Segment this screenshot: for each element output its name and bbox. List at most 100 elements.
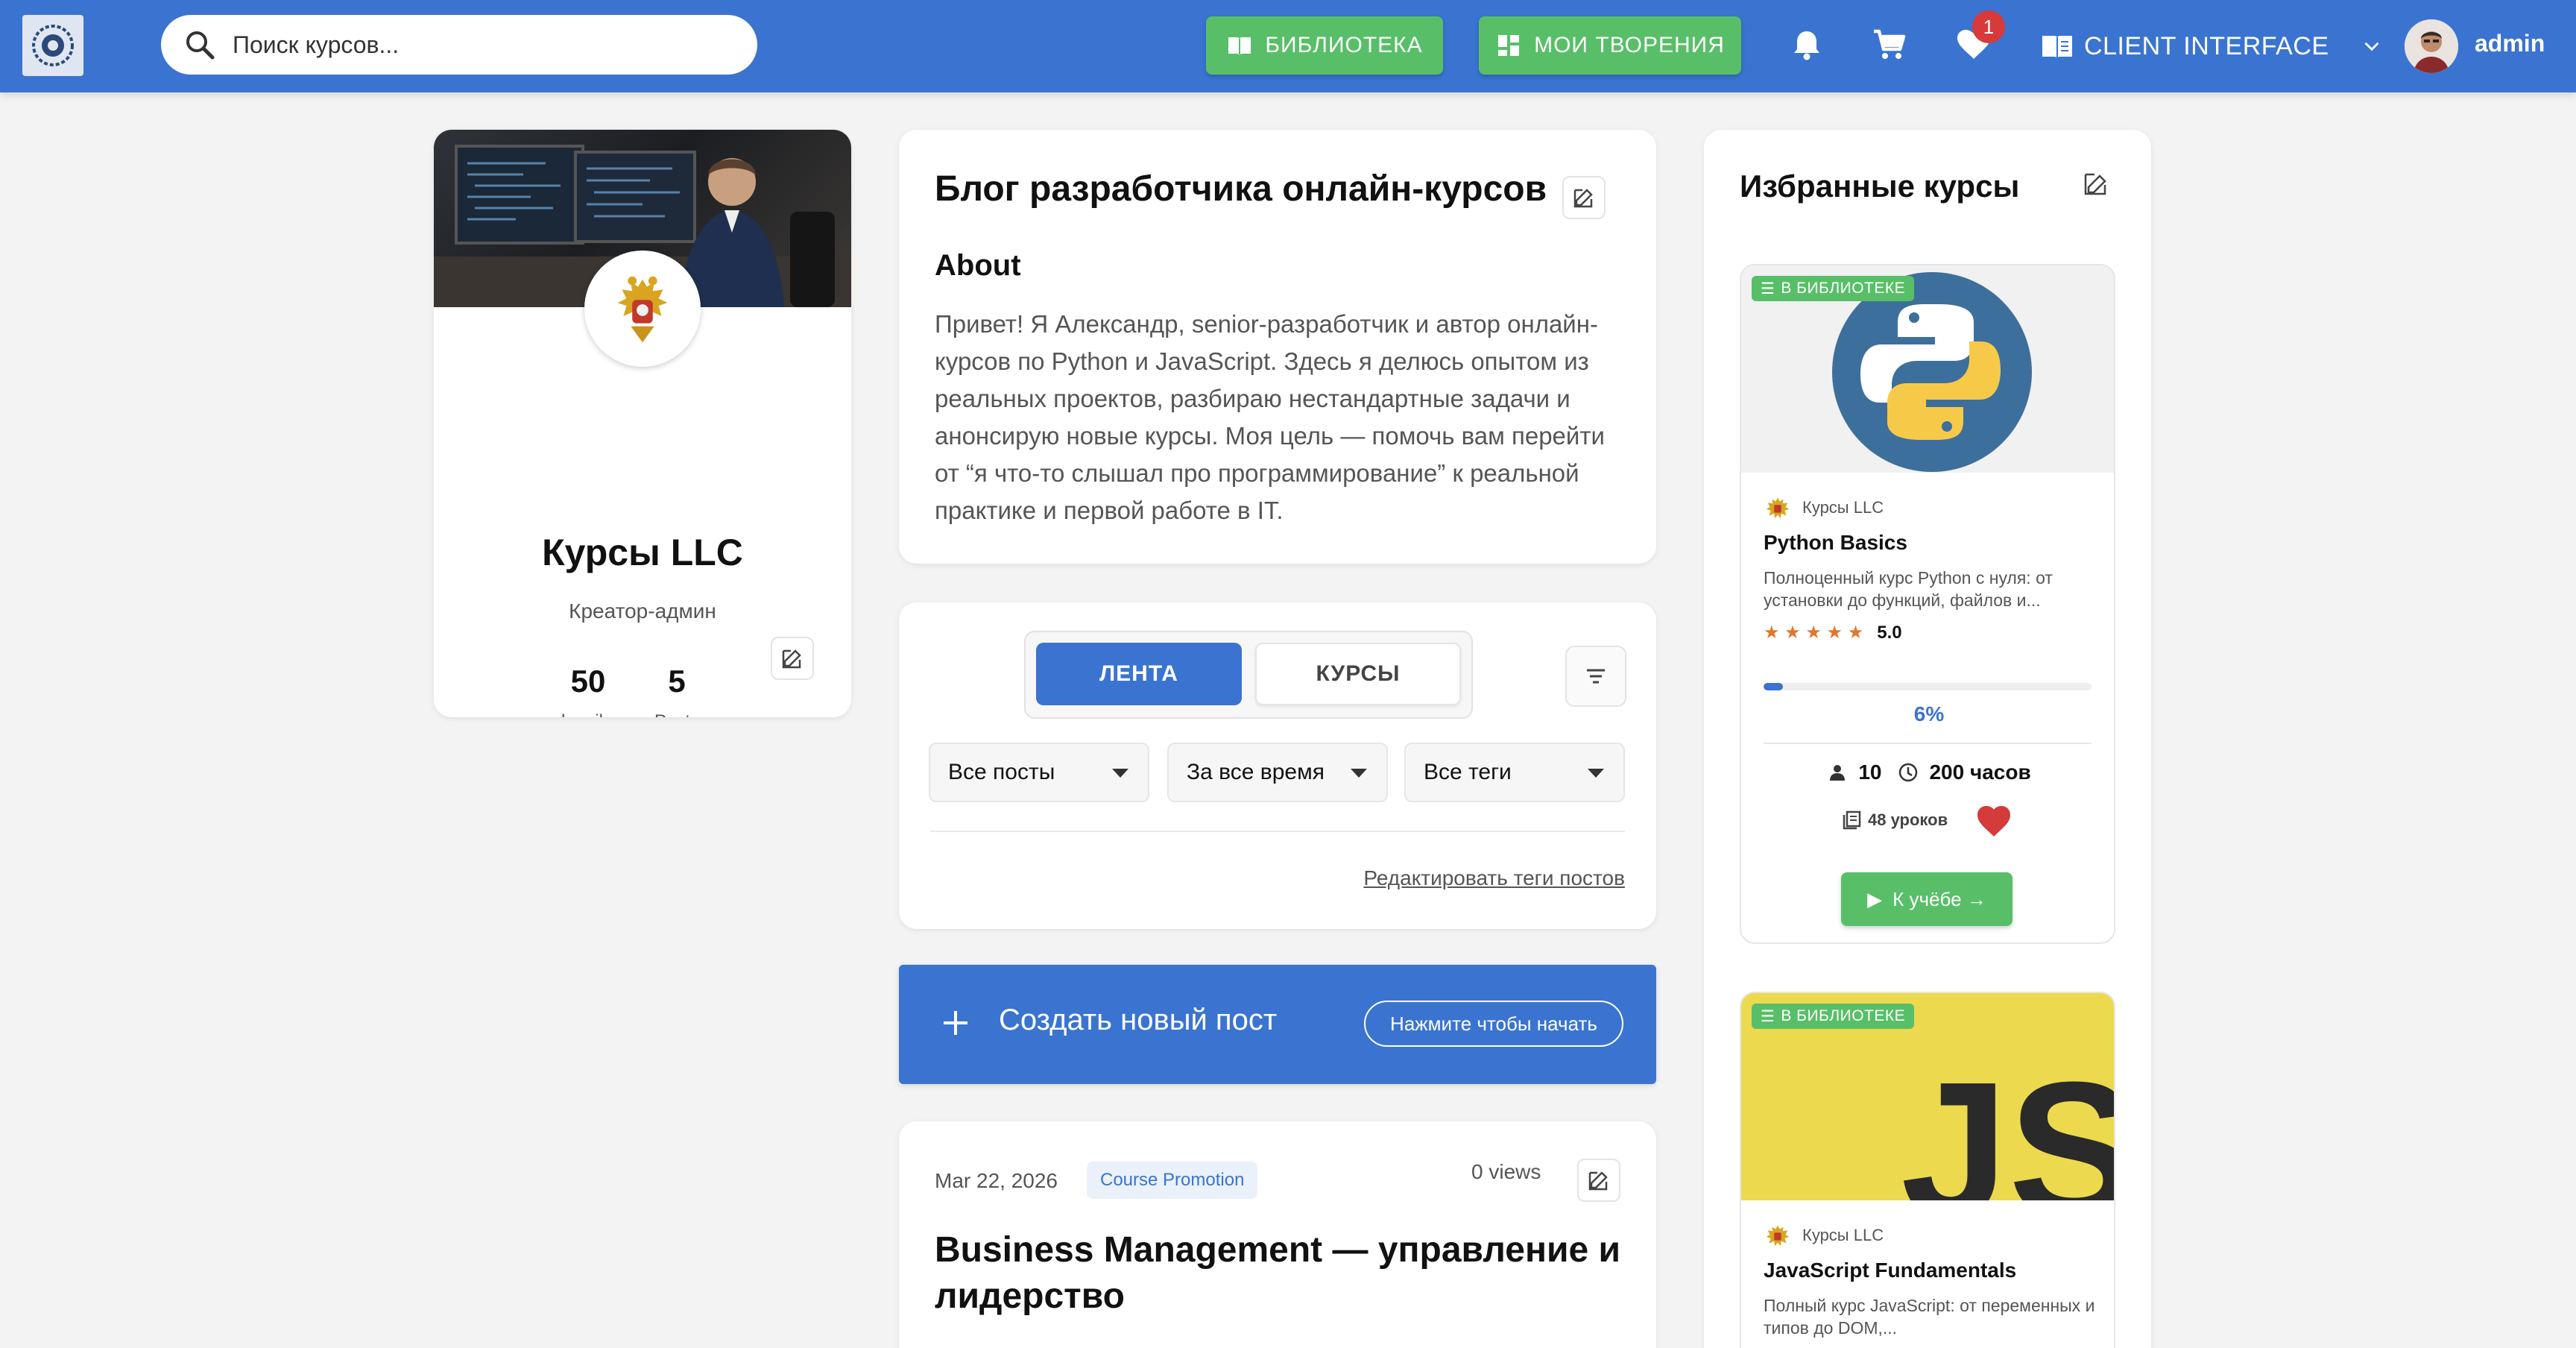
time-range-select[interactable]: За все время [1167, 743, 1388, 802]
edit-favorites-icon[interactable] [2081, 168, 2111, 198]
course-card-javascript[interactable]: JS ☰ В БИБЛИОТЕКЕ Курсы LLC JavaScript F… [1740, 992, 2115, 1348]
favorite-heart-icon[interactable] [1975, 804, 2012, 838]
tab-courses[interactable]: КУРСЫ [1255, 643, 1461, 705]
continue-learning-label: К учёбе → [1892, 887, 1986, 910]
lessons-icon [1843, 810, 1861, 830]
coat-of-arms-icon [617, 276, 668, 343]
divider [930, 831, 1625, 832]
library-button[interactable]: БИБЛИОТЕКА [1206, 16, 1443, 75]
posts-type-value: Все посты [948, 760, 1055, 784]
clock-icon [1899, 763, 1918, 782]
caret-down-icon [1351, 769, 1367, 778]
posts-count: 5 [668, 664, 686, 699]
notifications-bell-icon[interactable] [1787, 25, 1826, 64]
post-tag-badge[interactable]: Course Promotion [1087, 1162, 1258, 1199]
play-icon: ▶ [1867, 887, 1883, 910]
tags-select[interactable]: Все теги [1404, 743, 1625, 802]
lessons-count: 48 уроков [1868, 810, 1948, 829]
edit-icon [782, 649, 801, 669]
search-bar[interactable] [161, 15, 757, 75]
course-description: Полноценный курс Python с нуля: от устан… [1764, 568, 2053, 610]
divider [1764, 743, 2092, 744]
edit-icon [1588, 1171, 1608, 1191]
subscribers-count: 50 [570, 664, 606, 699]
cart-icon[interactable] [1871, 25, 1910, 64]
profile-card: Курсы LLC Креатор-админ 50 subscribers 5… [434, 130, 851, 717]
search-icon [186, 31, 215, 60]
coat-of-arms-icon [1766, 497, 1790, 519]
about-text: Привет! Я Александр, senior-разработчик … [935, 310, 1605, 524]
user-avatar[interactable] [2405, 19, 2458, 73]
edit-blog-title-button[interactable] [1562, 176, 1606, 219]
profile-emblem-avatar [584, 251, 701, 367]
course-progress-label: 6% [1913, 702, 1945, 725]
book-icon [1228, 37, 1251, 55]
favorites-title: Избранные курсы [1740, 168, 2020, 204]
edit-post-button[interactable] [1577, 1159, 1620, 1202]
user-name[interactable]: admin [2475, 30, 2545, 57]
post-card[interactable]: Mar 22, 2026 Course Promotion 0 views Bu… [899, 1121, 1656, 1348]
star-rating-icons: ★ ★ ★ ★ ★ [1764, 623, 1864, 643]
person-icon [1830, 765, 1846, 781]
continue-learning-button[interactable]: ▶ К учёбе → [1841, 872, 2012, 926]
edit-icon [1573, 189, 1593, 208]
top-navbar: БИБЛИОТЕКА МОИ ТВОРЕНИЯ 1 [0, 0, 2576, 92]
filter-button[interactable] [1565, 646, 1626, 707]
in-library-badge: ☰ В БИБЛИОТЕКЕ [1752, 276, 1915, 301]
tags-value: Все теги [1424, 760, 1512, 784]
edit-post-tags-link[interactable]: Редактировать теги постов [1363, 866, 1625, 890]
create-post-label: Создать новый пост [999, 1004, 1278, 1036]
about-heading: About [935, 249, 1021, 282]
profile-name: Курсы LLC [542, 532, 743, 573]
create-post-banner[interactable]: Создать новый пост Нажмите чтобы начать [899, 965, 1656, 1084]
my-creations-label: МОИ ТВОРЕНИЯ [1534, 33, 1725, 57]
create-post-start-button[interactable]: Нажмите чтобы начать [1364, 1001, 1623, 1047]
tab-feed[interactable]: ЛЕНТА [1036, 643, 1242, 705]
blog-title: Блог разработчика онлайн-курсов [935, 169, 1547, 209]
view-tabs: ЛЕНТА КУРСЫ [1024, 631, 1473, 719]
dashboard-icon [1498, 35, 1520, 56]
post-views: 0 views [1471, 1160, 1541, 1183]
favorite-courses-card: Избранные курсы ☰ В БИБЛИОТЕКЕ Курсы LLC… [1704, 130, 2151, 1348]
site-logo-icon[interactable] [22, 15, 83, 76]
course-author-name: Курсы LLC [1802, 498, 1884, 517]
about-card: Блог разработчика онлайн-курсов About Пр… [899, 130, 1656, 564]
posts-label: Posts [647, 711, 707, 717]
course-author: Курсы LLC [1764, 1221, 1884, 1250]
in-library-label: В БИБЛИОТЕКЕ [1781, 280, 1906, 297]
js-logo-text: JS [1901, 1042, 2115, 1200]
my-creations-button[interactable]: МОИ ТВОРЕНИЯ [1479, 16, 1741, 75]
posts-type-select[interactable]: Все посты [929, 743, 1149, 802]
post-title[interactable]: Business Management — управление и лидер… [935, 1227, 1620, 1320]
plus-icon [936, 1004, 975, 1042]
library-label: БИБЛИОТЕКА [1265, 33, 1423, 57]
interface-switcher[interactable]: CLIENT INTERFACE [2039, 25, 2384, 67]
feed-filter-card: ЛЕНТА КУРСЫ Все посты За все время Все т… [899, 602, 1656, 929]
course-card-python[interactable]: ☰ В БИБЛИОТЕКЕ Курсы LLC Python Basics П… [1740, 264, 2115, 944]
search-input[interactable] [233, 31, 695, 59]
course-lessons: 48 уроков [1841, 810, 1948, 831]
edit-profile-button[interactable] [771, 637, 814, 680]
course-progress-bar [1764, 683, 2092, 690]
book-icon [2042, 36, 2072, 58]
caret-down-icon [1588, 769, 1604, 778]
progress-fill [1764, 683, 1784, 690]
course-duration: 200 часов [1929, 760, 2031, 784]
favorites-count-badge: 1 [1972, 10, 2005, 43]
course-title[interactable]: JavaScript Fundamentals [1764, 1259, 2016, 1282]
course-author-name: Курсы LLC [1802, 1226, 1884, 1244]
filter-icon [1587, 669, 1605, 684]
post-date: Mar 22, 2026 [935, 1169, 1058, 1192]
list-icon: ☰ [1761, 1007, 1775, 1025]
in-library-label: В БИБЛИОТЕКЕ [1781, 1007, 1906, 1024]
course-title[interactable]: Python Basics [1764, 531, 1907, 555]
subscribers-label: subscribers [540, 711, 637, 717]
caret-down-icon [1112, 769, 1128, 778]
time-range-value: За все время [1187, 760, 1325, 784]
course-rating: ★ ★ ★ ★ ★ 5.0 [1764, 622, 1902, 643]
course-author: Курсы LLC [1764, 494, 1884, 522]
chevron-down-icon [2364, 42, 2379, 51]
in-library-badge: ☰ В БИБЛИОТЕКЕ [1752, 1004, 1915, 1029]
rating-value: 5.0 [1877, 622, 1902, 643]
coat-of-arms-icon [1766, 1225, 1790, 1247]
